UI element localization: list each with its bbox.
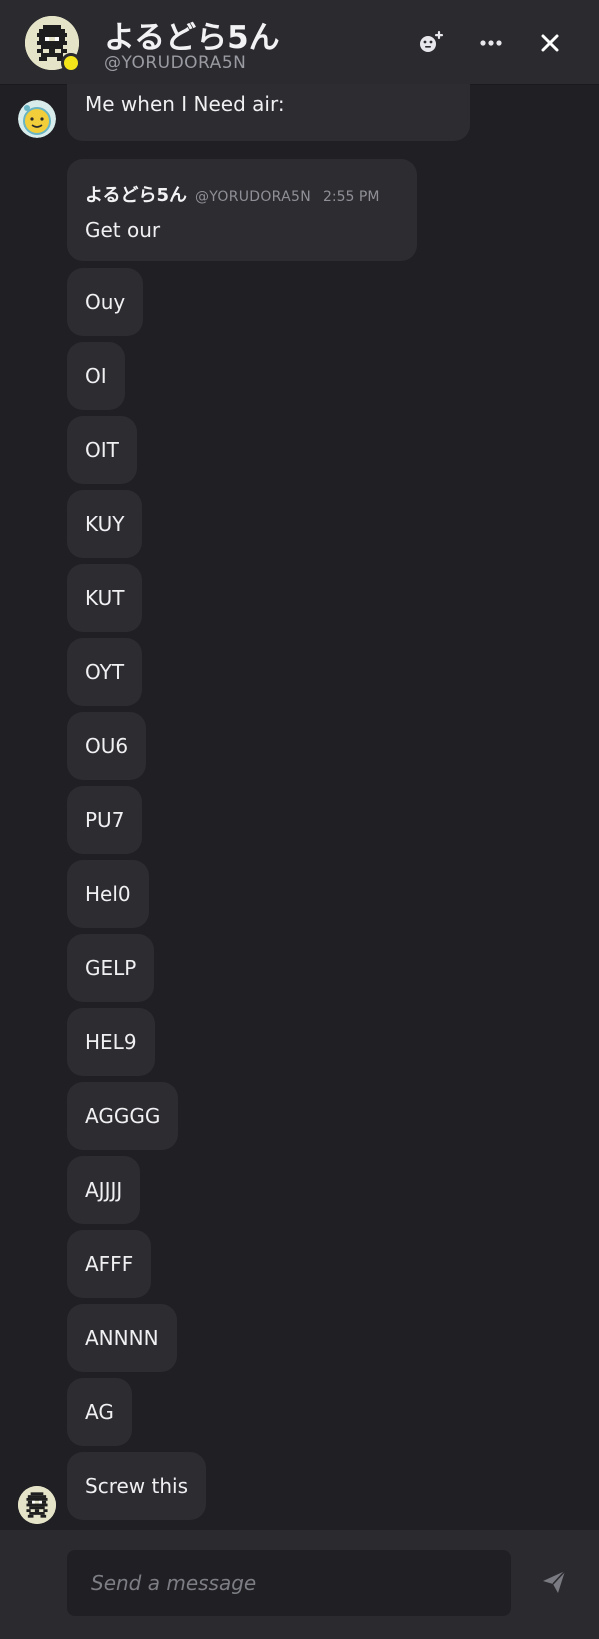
message-bubble[interactable]: Hel0 <box>67 860 149 928</box>
message-text: Ouy <box>85 290 126 314</box>
message-text: OU6 <box>85 734 129 758</box>
sender-avatar[interactable] <box>18 100 56 138</box>
message-text: GELP <box>85 956 137 980</box>
header-display-name: よるどら5ん <box>104 20 280 56</box>
header-handle: @YORUDORA5N <box>104 53 247 73</box>
message-list[interactable]: Me when I Need air: よるどら5ん @YORUDORA5N 2… <box>0 84 599 1530</box>
message-bubble[interactable]: KUT <box>67 564 143 632</box>
message-meta: よるどら5ん @YORUDORA5N 2:55 PM <box>85 181 399 207</box>
message-bubble[interactable]: AG <box>67 1378 132 1446</box>
message-text: OYT <box>85 660 125 684</box>
more-options-button[interactable] <box>474 26 508 60</box>
user-avatar[interactable] <box>18 1486 56 1524</box>
send-icon <box>543 1570 566 1593</box>
message-timestamp: 2:55 PM <box>322 189 380 205</box>
message-text: Screw this <box>85 1474 188 1498</box>
message-text: AFFF <box>85 1252 134 1276</box>
online-status-dot <box>61 53 81 73</box>
message-bubble[interactable]: GELP <box>67 934 155 1002</box>
message-bubble[interactable]: OU6 <box>67 712 147 780</box>
dm-window: よるどら5ん @YORUDORA5N Me when I Need air: よ… <box>0 0 599 1639</box>
message-text: KUT <box>85 586 125 610</box>
message-bubble[interactable]: OYT <box>67 638 143 706</box>
author-handle: @YORUDORA5N <box>194 189 311 205</box>
dm-header: よるどら5ん @YORUDORA5N <box>0 0 599 85</box>
message-text: ANNNN <box>85 1326 159 1350</box>
send-button[interactable] <box>539 1567 569 1597</box>
message-bubble[interactable]: Screw this <box>67 1452 206 1520</box>
message-bubble[interactable]: AFFF <box>67 1230 152 1298</box>
message-bubble[interactable]: HEL9 <box>67 1008 155 1076</box>
more-options-icon <box>480 40 502 46</box>
message-bubble[interactable]: Ouy <box>67 268 144 336</box>
message-text: Get our <box>85 218 161 242</box>
message-text: HEL9 <box>85 1030 137 1054</box>
message-bubble[interactable]: OI <box>67 342 125 410</box>
message-text: AJJJJ <box>85 1178 123 1202</box>
message-text: AG <box>85 1400 114 1424</box>
message-bubble[interactable]: KUY <box>67 490 143 558</box>
message-text: KUY <box>85 512 125 536</box>
message-text: Me when I Need air: <box>85 92 285 116</box>
add-friend-icon <box>420 31 443 52</box>
message-bubble[interactable]: PU7 <box>67 786 143 854</box>
message-bubble[interactable]: ANNNN <box>67 1304 177 1372</box>
message-text: PU7 <box>85 808 125 832</box>
author-name[interactable]: よるどら5ん <box>85 181 187 207</box>
message-text: Hel0 <box>85 882 131 906</box>
message-bubble[interactable]: OIT <box>67 416 137 484</box>
message-input[interactable] <box>67 1550 511 1616</box>
message-text: OIT <box>85 438 119 462</box>
close-icon <box>541 34 559 52</box>
message-composer <box>0 1530 599 1639</box>
add-friend-button[interactable] <box>414 26 448 60</box>
message-bubble[interactable]: Me when I Need air: <box>67 84 470 141</box>
close-button[interactable] <box>533 26 567 60</box>
message-text: OI <box>85 364 107 388</box>
message-text: AGGGG <box>85 1104 161 1128</box>
message-bubble[interactable]: AJJJJ <box>67 1156 141 1224</box>
message-group-header[interactable]: よるどら5ん @YORUDORA5N 2:55 PM Get our <box>67 159 417 261</box>
message-bubble[interactable]: AGGGG <box>67 1082 179 1150</box>
